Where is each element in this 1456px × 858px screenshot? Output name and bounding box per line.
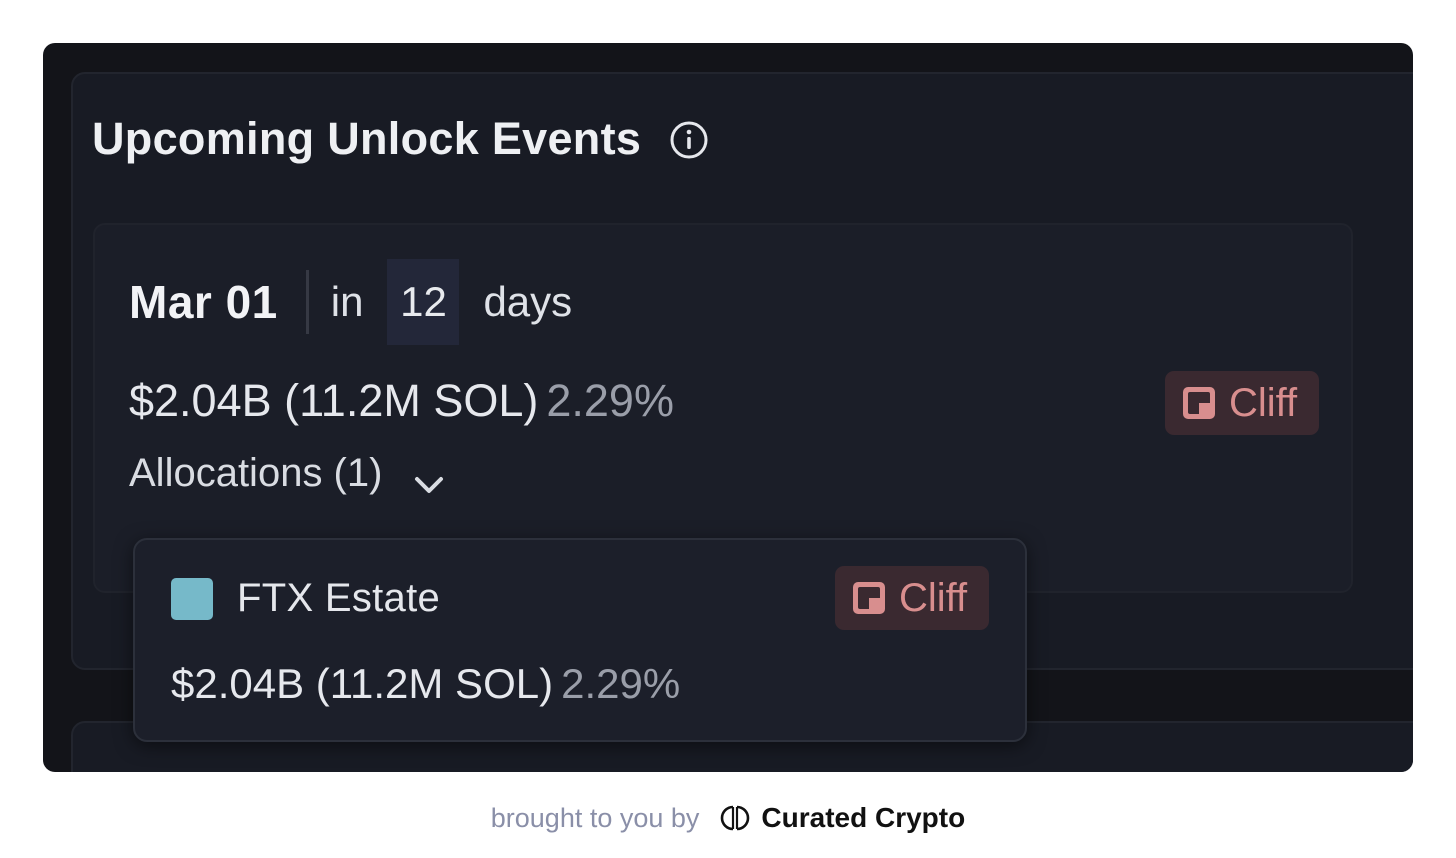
event-amount: $2.04B (11.2M SOL)	[129, 375, 539, 426]
curated-crypto-logo-icon	[717, 803, 753, 833]
allocations-popup: FTX Estate Cliff $2.04B (11.2M SOL) 2.29%	[133, 538, 1027, 742]
allocation-cliff-label: Cliff	[899, 575, 968, 620]
allocation-amount: $2.04B (11.2M SOL)	[171, 660, 554, 707]
countdown-days: 12	[387, 259, 460, 345]
countdown-prefix: in	[330, 278, 364, 325]
cliff-icon	[851, 580, 887, 616]
allocation-color-swatch	[171, 577, 213, 620]
allocations-toggle[interactable]: Allocations (1)	[129, 451, 446, 496]
panel-title-row: Upcoming Unlock Events	[92, 113, 709, 165]
allocation-percent: 2.29%	[561, 660, 681, 707]
date-divider	[305, 270, 309, 334]
allocation-cliff-badge: Cliff	[835, 566, 989, 630]
chevron-down-icon	[412, 462, 446, 493]
cliff-label: Cliff	[1229, 380, 1298, 425]
attribution-prefix: brought to you by	[490, 802, 700, 833]
cliff-icon	[1181, 385, 1217, 421]
event-date: Mar 01	[129, 276, 278, 328]
allocation-name: FTX Estate	[237, 576, 441, 620]
event-amount-row: $2.04B (11.2M SOL) 2.29%	[129, 375, 674, 427]
attribution-footer: brought to you by Curated Crypto	[0, 796, 1456, 840]
countdown-suffix: days	[483, 278, 573, 325]
cliff-type-badge: Cliff	[1165, 371, 1319, 435]
info-icon[interactable]	[669, 119, 709, 159]
allocation-item: FTX Estate	[171, 576, 440, 621]
allocations-label: Allocations (1)	[129, 451, 383, 495]
event-percent: 2.29%	[546, 375, 674, 426]
brand-name[interactable]: Curated Crypto	[761, 802, 965, 834]
event-date-row: Mar 01 in 12 days	[129, 259, 572, 345]
allocation-amount-row: $2.04B (11.2M SOL) 2.29%	[171, 660, 680, 708]
panel-title: Upcoming Unlock Events	[92, 113, 642, 164]
